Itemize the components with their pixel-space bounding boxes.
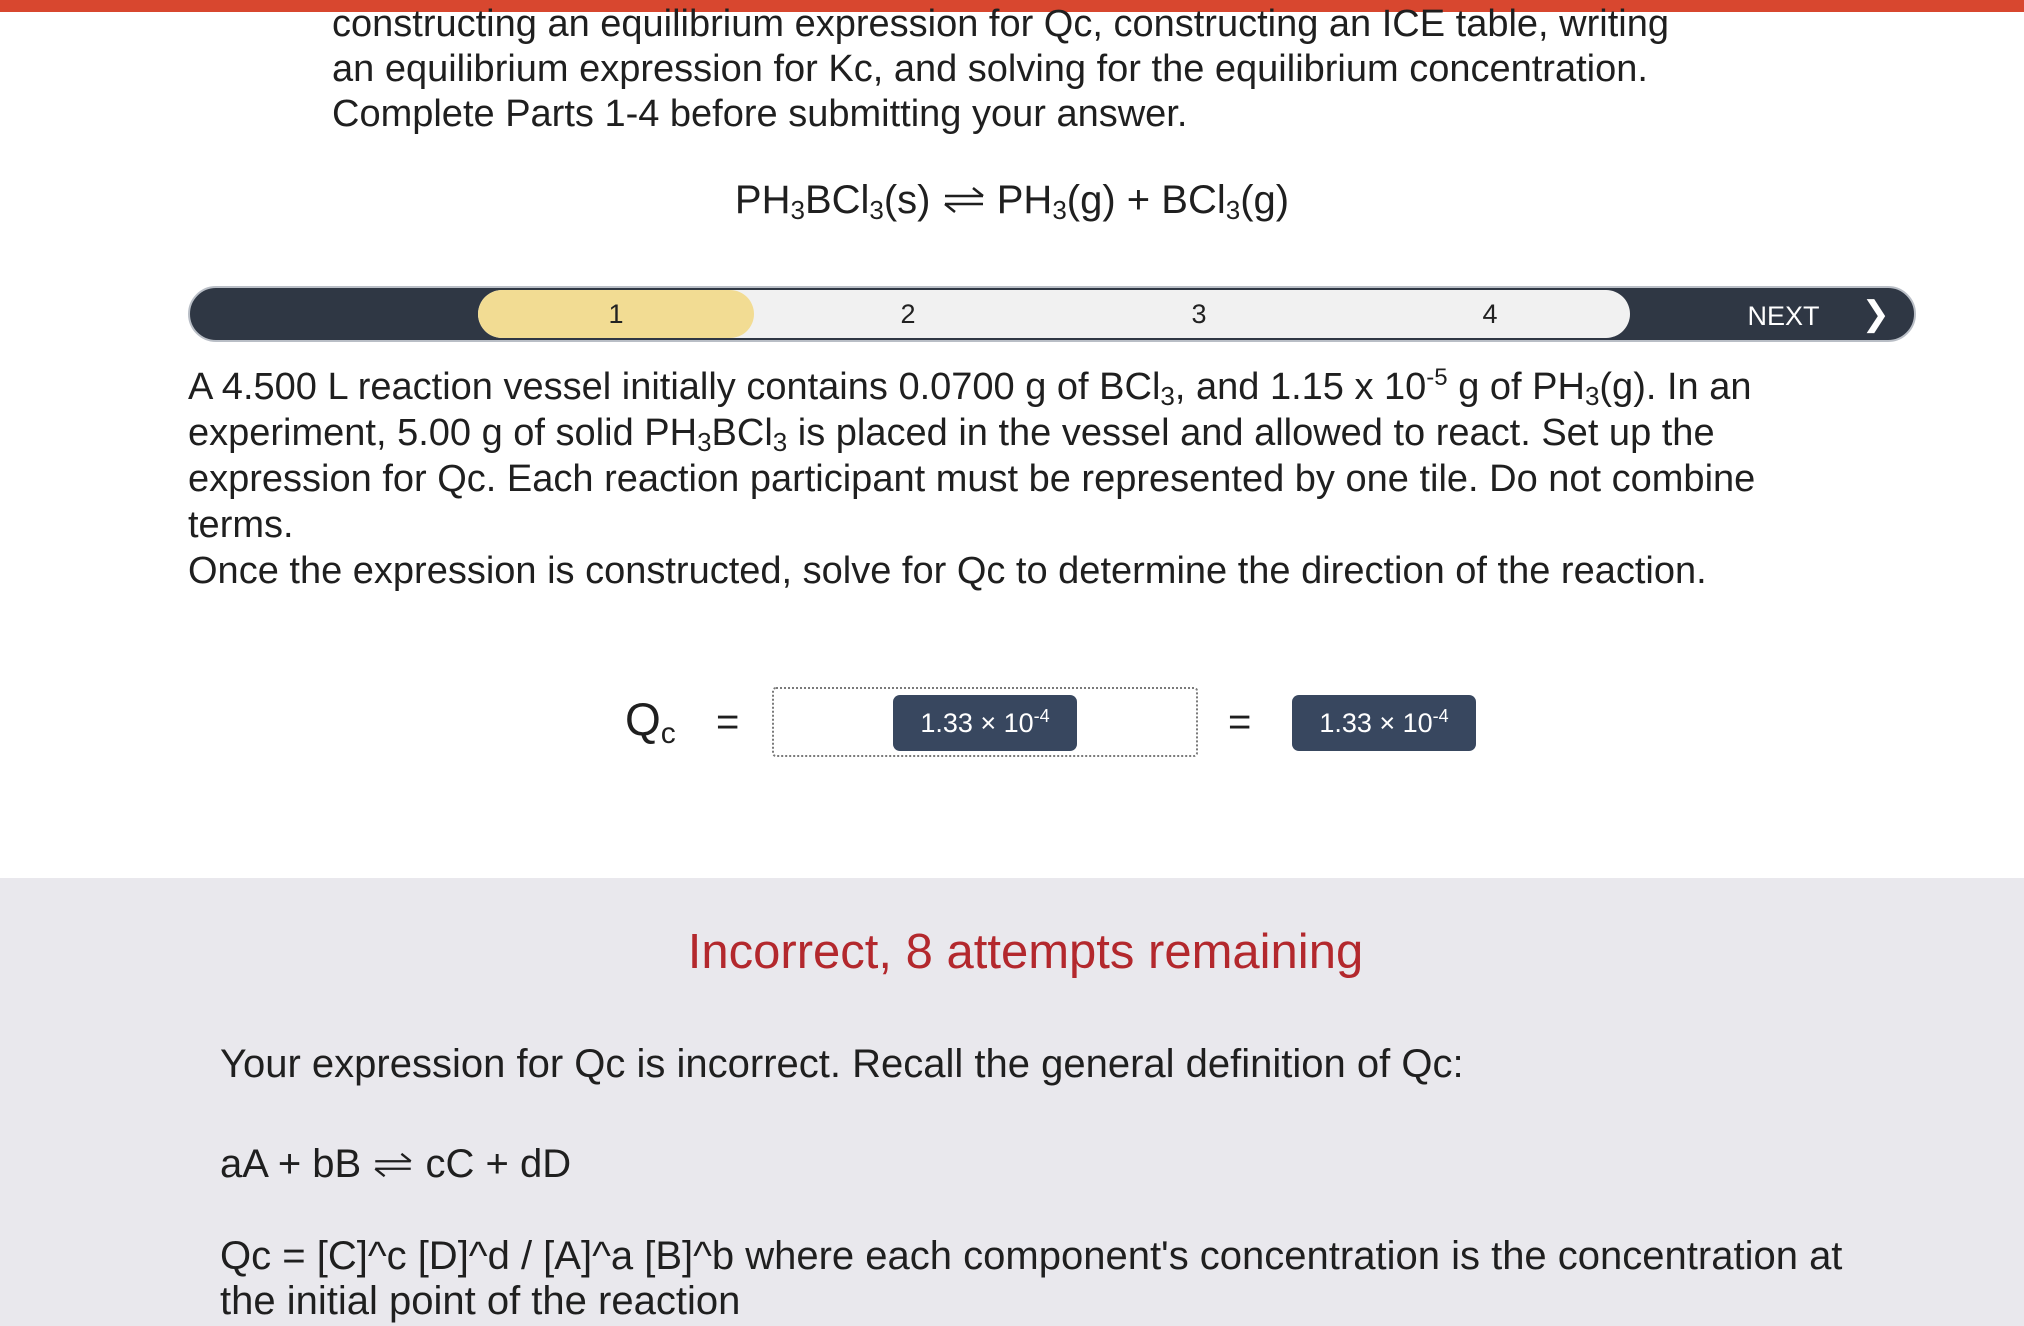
question-line: A 4.500 L reaction vessel initially cont… [188,364,1752,411]
question-line: terms. [188,504,294,546]
reaction-reactant: PH [734,178,791,222]
reaction-product: PH [996,178,1053,222]
feedback-status: Incorrect, 8 attempts remaining [687,925,1364,979]
equals-sign: = [716,700,740,744]
step-4-tab[interactable]: 4 [1352,290,1628,338]
feedback-panel: Incorrect, 8 attempts remaining Your exp… [0,878,2024,1326]
reaction-equation: PH3BCl3(s) PH3(g) + BCl3(g) [734,178,1290,225]
question-line: experiment, 5.00 g of solid PH3BCl3 is p… [188,412,1715,457]
equals-sign: = [1228,700,1252,744]
next-label: NEXT [1747,301,1820,331]
definition-line: the initial point of the reaction [220,1279,741,1323]
intro-line: constructing an equilibrium expression f… [332,3,1669,45]
chevron-right-icon: ❯ [1861,295,1891,333]
qc-label: Qc [625,693,676,750]
step-3-tab[interactable]: 3 [1061,290,1337,338]
definition-line: Qc = [C]^c [D]^d / [A]^a [B]^b where eac… [220,1234,1843,1278]
equilibrium-arrow-icon [374,1152,412,1178]
question-line: Once the expression is constructed, solv… [188,550,1707,592]
next-button[interactable]: NEXT ❯ [1747,288,1890,340]
general-equation: aA + bB cC + dD [220,1142,572,1186]
feedback-message: Your expression for Qc is incorrect. Rec… [220,1042,1464,1086]
steps-track: 1 2 3 4 [478,290,1630,338]
question-text: A 4.500 L reaction vessel initially cont… [188,364,1948,594]
expression-tile[interactable]: 1.33 × 10-4 [893,695,1077,751]
intro-text: constructing an equilibrium expression f… [332,2,1832,137]
question-line: expression for Qc. Each reaction partici… [188,458,1756,500]
intro-line: Complete Parts 1-4 before submitting you… [332,93,1188,135]
step-navigation: 1 2 3 4 NEXT ❯ [188,286,1916,342]
qc-result-tile[interactable]: 1.33 × 10-4 [1292,695,1476,751]
step-1-tab[interactable]: 1 [478,290,754,338]
step-2-tab[interactable]: 2 [770,290,1046,338]
intro-line: an equilibrium expression for Kc, and so… [332,48,1648,90]
equilibrium-arrow-icon [943,187,984,213]
qc-definition: Qc = [C]^c [D]^d / [A]^a [B]^b where eac… [220,1234,1960,1324]
